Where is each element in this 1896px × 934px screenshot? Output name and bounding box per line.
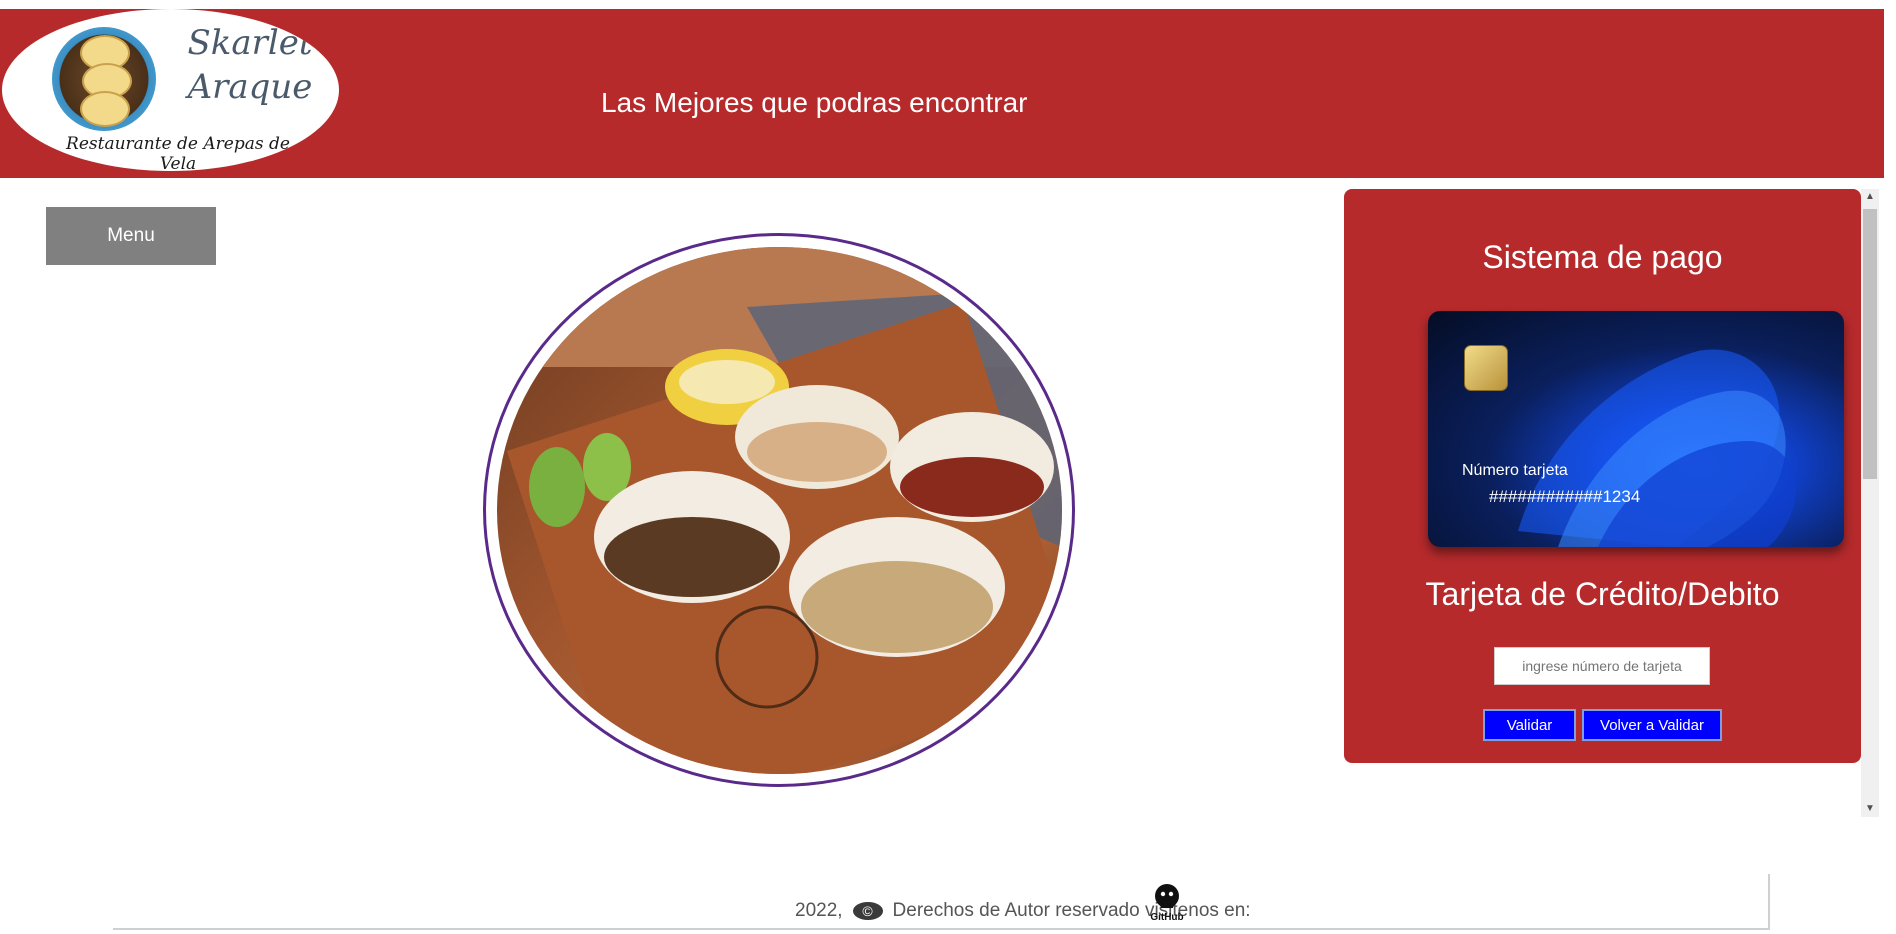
header-tagline: Las Mejores que podras encontrar bbox=[601, 87, 1028, 118]
copyright-icon: © bbox=[852, 902, 883, 920]
menu-button[interactable]: Menu bbox=[46, 207, 216, 265]
site-header: Skarlet Araque Restaurante de Arepas de … bbox=[0, 9, 1884, 178]
card-number-label: Número tarjeta bbox=[1462, 462, 1568, 479]
card-number-value: ############1234 bbox=[1489, 487, 1641, 506]
panel-scrollbar[interactable]: ▲ ▼ bbox=[1861, 189, 1879, 817]
payment-panel: Sistema de pago Número tarjeta #########… bbox=[1344, 189, 1861, 763]
github-icon[interactable]: GitHub bbox=[1147, 882, 1187, 923]
scroll-down-arrow-icon[interactable]: ▼ bbox=[1861, 801, 1879, 817]
footer-copyright-text: Derechos de Autor reservado visitenos en… bbox=[892, 900, 1251, 921]
arepas-photo-illustration bbox=[497, 247, 1062, 774]
credit-card-preview: Número tarjeta ############1234 bbox=[1428, 311, 1844, 547]
card-type-heading: Tarjeta de Crédito/Debito bbox=[1425, 576, 1780, 612]
food-image bbox=[497, 247, 1062, 774]
footer-year: 2022, bbox=[795, 900, 843, 921]
revalidate-button[interactable]: Volver a Validar bbox=[1582, 709, 1722, 741]
logo-subtitle: Restaurante de Arepas de Vela bbox=[66, 134, 290, 171]
card-number-input[interactable] bbox=[1494, 647, 1710, 685]
site-footer: 2022, © Derechos de Autor reservado visi… bbox=[113, 874, 1770, 930]
logo-name: Skarlet Araque bbox=[187, 23, 313, 107]
card-chip-icon bbox=[1464, 345, 1508, 391]
svg-text:GitHub: GitHub bbox=[1150, 912, 1183, 922]
payment-title: Sistema de pago bbox=[1482, 239, 1723, 275]
scroll-up-arrow-icon[interactable]: ▲ bbox=[1861, 189, 1879, 205]
restaurant-logo[interactable]: Skarlet Araque Restaurante de Arepas de … bbox=[2, 9, 339, 171]
scroll-thumb[interactable] bbox=[1863, 209, 1877, 479]
validate-button[interactable]: Validar bbox=[1483, 709, 1576, 741]
arepa-logo-icon bbox=[52, 27, 156, 131]
